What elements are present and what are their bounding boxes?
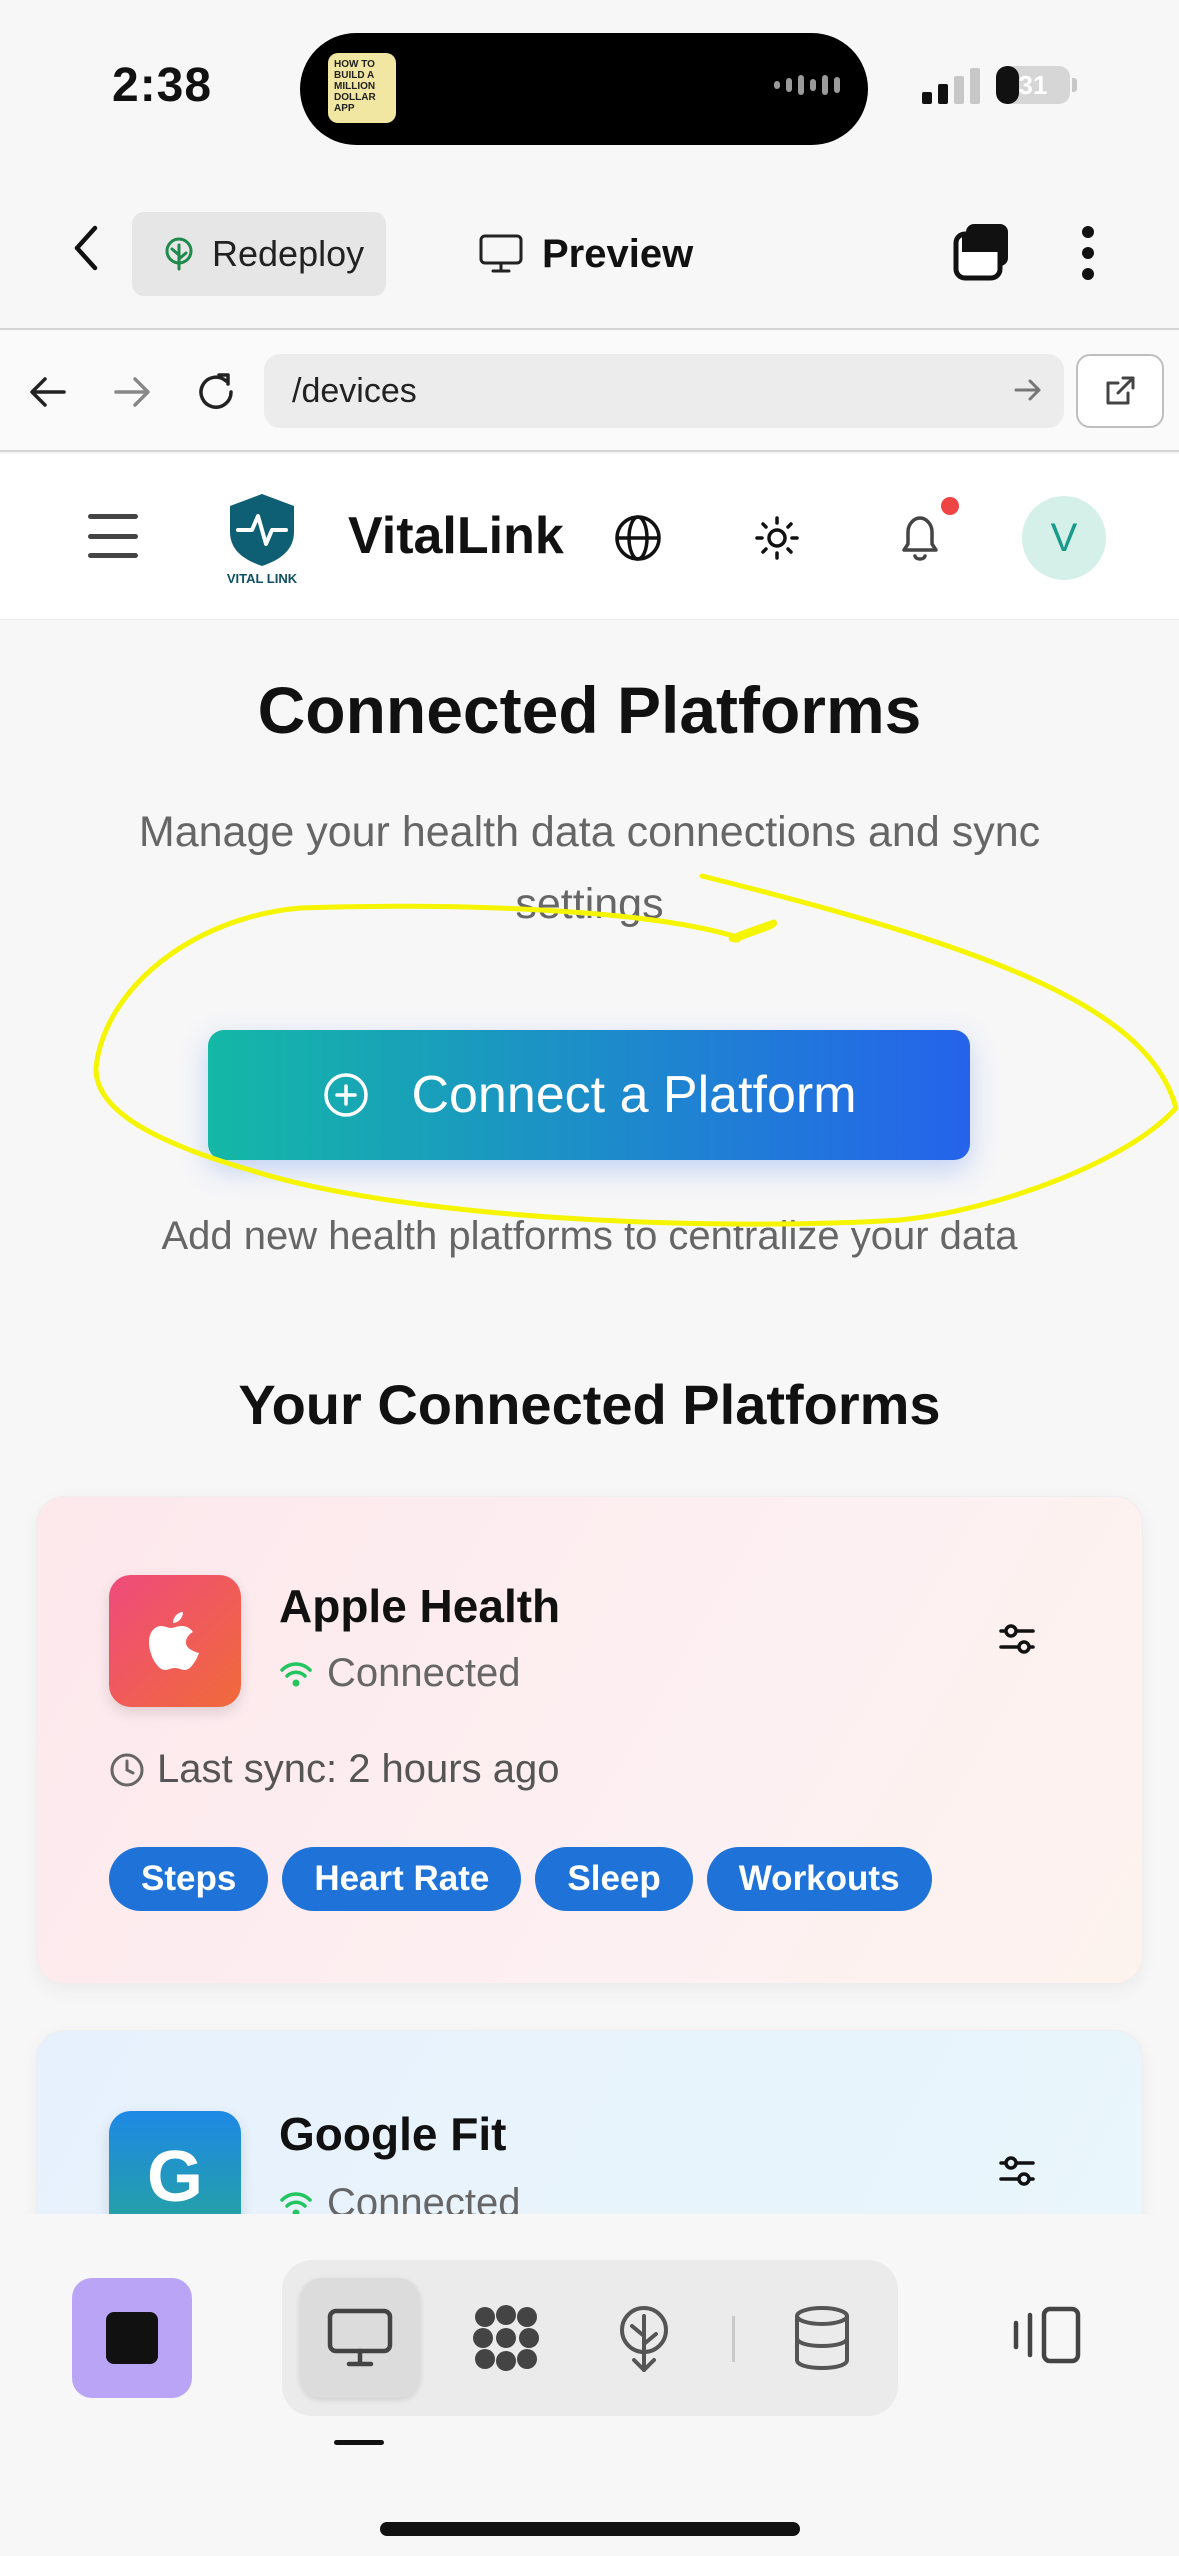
arrow-right-icon xyxy=(114,377,150,407)
plus-circle-icon xyxy=(324,1073,369,1117)
last-sync: Last sync: 2 hours ago xyxy=(109,1747,559,1792)
external-link-icon xyxy=(1106,376,1135,405)
deploy-tree-icon xyxy=(620,2306,668,2372)
battery-icon: 31 xyxy=(996,66,1070,104)
more-options-button[interactable] xyxy=(1060,220,1116,286)
url-text: /devices xyxy=(292,372,417,410)
platform-card-apple-health[interactable]: Apple Health Connected Last sync: 2 hour… xyxy=(36,1496,1143,1984)
site-header: VITAL LINK VitalLink V xyxy=(0,454,1179,620)
active-tab-indicator xyxy=(334,2440,384,2445)
connect-hint: Add new health platforms to centralize y… xyxy=(161,1214,1018,1258)
avatar[interactable]: V xyxy=(1022,496,1106,580)
theme-toggle-button[interactable] xyxy=(745,506,809,570)
deploy-view-button[interactable] xyxy=(584,2278,704,2398)
browser-bar: /devices xyxy=(0,332,1179,452)
panel-toggle-icon xyxy=(1013,2306,1081,2364)
url-field[interactable]: /devices xyxy=(264,354,1064,428)
language-button[interactable] xyxy=(606,506,670,570)
stop-button[interactable] xyxy=(72,2278,192,2398)
agents-view-button[interactable] xyxy=(446,2278,566,2398)
status-bar: 2:38 HOW TO BUILD A MILLION DOLLAR APP 3… xyxy=(0,0,1179,170)
tabs-button[interactable] xyxy=(948,218,1018,288)
audio-wave-icon xyxy=(774,75,840,95)
reload-button[interactable] xyxy=(186,362,246,422)
dynamic-island: HOW TO BUILD A MILLION DOLLAR APP xyxy=(300,33,868,145)
logo-text: VITAL LINK xyxy=(227,571,298,586)
connect-platform-button[interactable]: Connect a Platform xyxy=(208,1030,970,1160)
sliders-icon xyxy=(999,2156,1035,2186)
back-button[interactable] xyxy=(58,220,114,276)
bell-icon xyxy=(902,516,938,561)
brand-name: VitalLink xyxy=(348,507,564,565)
browser-back-button[interactable] xyxy=(18,362,78,422)
platform-settings-button[interactable] xyxy=(987,2141,1047,2201)
database-icon xyxy=(795,2306,849,2371)
sliders-icon xyxy=(999,1624,1035,1654)
platform-settings-button[interactable] xyxy=(987,1609,1047,1669)
wifi-icon xyxy=(280,1661,312,1686)
segment-divider xyxy=(732,2316,735,2362)
side-panel-button[interactable] xyxy=(1010,2300,1084,2370)
stop-icon xyxy=(106,2312,158,2364)
preview-tab[interactable]: Preview xyxy=(478,212,693,296)
monitor-icon xyxy=(327,2308,393,2367)
bottom-app-bar xyxy=(0,2214,1179,2556)
page-subtitle: Manage your health data connections and … xyxy=(138,808,1041,928)
tag-steps: Steps xyxy=(109,1847,269,1911)
platform-status: Connected xyxy=(279,1651,520,1696)
status-time: 2:38 xyxy=(112,59,213,112)
tabs-stack-icon xyxy=(953,224,1008,281)
monitor-icon xyxy=(479,234,523,273)
reload-icon xyxy=(199,373,233,409)
apple-icon xyxy=(109,1575,241,1707)
notification-badge xyxy=(938,494,962,518)
redeploy-label: Redeploy xyxy=(212,233,365,274)
browser-forward-button[interactable] xyxy=(102,362,162,422)
go-arrow-icon xyxy=(1014,379,1041,401)
database-view-button[interactable] xyxy=(762,2278,882,2398)
now-playing-thumbnail: HOW TO BUILD A MILLION DOLLAR APP xyxy=(328,53,396,123)
redeploy-button[interactable]: Redeploy xyxy=(132,212,386,296)
chevron-left-icon xyxy=(74,225,98,271)
tag-sleep: Sleep xyxy=(535,1847,693,1911)
menu-icon[interactable] xyxy=(88,514,138,558)
battery-tip xyxy=(1072,78,1077,92)
tag-workouts: Workouts xyxy=(706,1847,932,1911)
preview-label: Preview xyxy=(542,231,694,276)
preview-view-button[interactable] xyxy=(300,2278,420,2398)
globe-icon xyxy=(615,515,661,561)
clock-icon xyxy=(110,1753,144,1786)
view-switcher xyxy=(282,2260,898,2416)
last-sync-text: Last sync: 2 hours ago xyxy=(157,1747,560,1791)
data-type-tags: Steps Heart Rate Sleep Workouts xyxy=(109,1847,932,1911)
app-toolbar: Redeploy Preview xyxy=(0,170,1179,330)
connect-platform-label: Connect a Platform xyxy=(411,1066,857,1124)
section-title: Your Connected Platforms xyxy=(238,1373,941,1436)
deploy-tree-icon xyxy=(165,237,193,271)
arrow-left-icon xyxy=(30,377,66,407)
open-external-button[interactable] xyxy=(1076,354,1164,428)
platform-name: Google Fit xyxy=(279,2108,507,2160)
cellular-signal-icon xyxy=(922,64,980,104)
sun-icon xyxy=(755,516,799,560)
battery-level: 31 xyxy=(1018,70,1048,100)
tag-heart-rate: Heart Rate xyxy=(282,1847,522,1911)
agent-cluster-icon xyxy=(473,2305,539,2371)
vitallink-logo: VITAL LINK xyxy=(212,488,312,588)
page-title: Connected Platforms xyxy=(257,673,922,747)
home-indicator xyxy=(380,2522,800,2536)
platform-name: Apple Health xyxy=(279,1580,561,1632)
platform-status-text: Connected xyxy=(327,1651,521,1695)
